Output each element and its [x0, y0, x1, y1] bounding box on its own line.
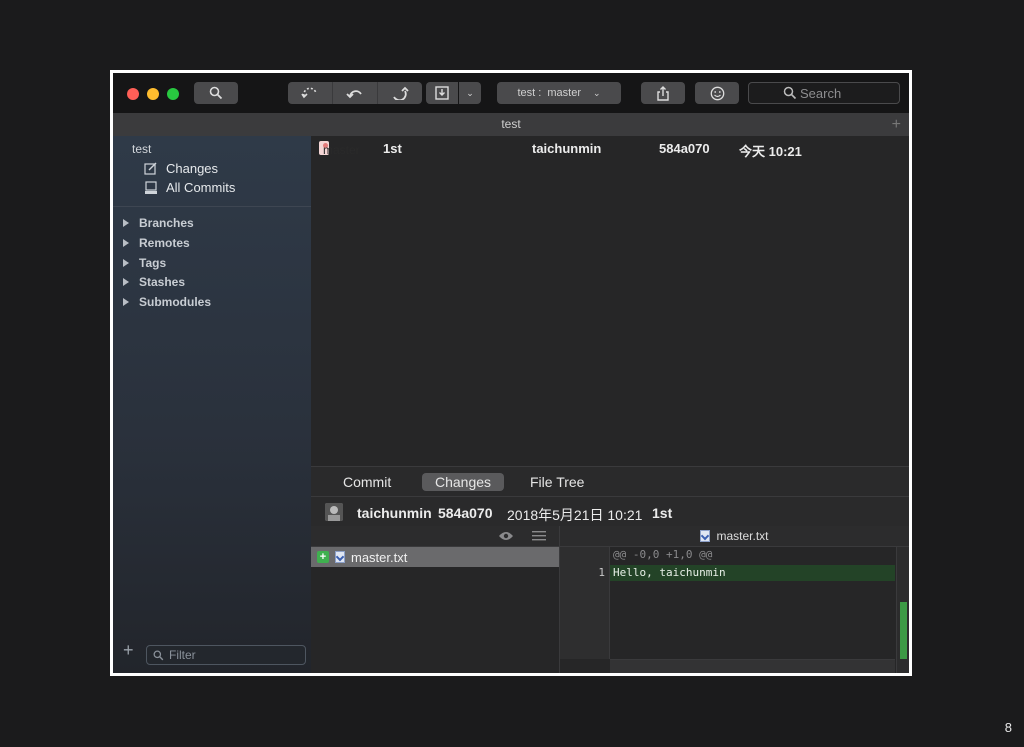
changed-files-list: + master.txt: [311, 526, 560, 673]
tab-changes[interactable]: Changes: [422, 473, 505, 491]
disclosure-triangle-icon: [123, 298, 129, 306]
chevron-down-icon: ⌄: [466, 87, 474, 98]
commit-author: taichunmin: [532, 141, 602, 156]
line-number: 1: [598, 566, 605, 579]
sidebar-group-label: Branches: [139, 216, 194, 230]
info-author: taichunmin: [357, 505, 432, 521]
push-button[interactable]: [378, 82, 422, 104]
sidebar-group-branches[interactable]: Branches: [123, 216, 194, 230]
minimize-button[interactable]: [147, 88, 159, 100]
commits-icon: [143, 180, 159, 195]
stash-button[interactable]: [426, 82, 458, 104]
sidebar-group-tags[interactable]: Tags: [123, 256, 166, 270]
branch-tag: master: [319, 141, 360, 157]
sidebar-group-remotes[interactable]: Remotes: [123, 236, 190, 250]
list-icon[interactable]: [532, 530, 546, 542]
search-icon: [783, 86, 797, 100]
line-number-gutter: [560, 547, 610, 659]
eye-icon[interactable]: [498, 530, 514, 542]
tab-file-tree[interactable]: File Tree: [517, 473, 597, 491]
disclosure-triangle-icon: [123, 239, 129, 247]
chevron-down-icon: ⌄: [593, 87, 601, 98]
horizontal-scrollbar[interactable]: [610, 659, 895, 673]
text-file-icon: [335, 551, 345, 563]
sidebar-item-label: Changes: [166, 161, 219, 176]
commit-info-bar: taichunmin 584a070 2018年5月21日 10:21 1st: [311, 496, 909, 527]
stash-menu-button[interactable]: ⌄: [459, 82, 481, 104]
sidebar-repo-name: test: [132, 142, 152, 156]
window-title-bar: test +: [113, 113, 909, 136]
add-tab-button[interactable]: +: [892, 113, 901, 136]
detail-tabs: Commit Changes File Tree: [311, 466, 909, 497]
sidebar-item-label: All Commits: [166, 180, 236, 195]
sidebar-group-label: Submodules: [139, 295, 212, 309]
info-date: 2018年5月21日 10:21: [507, 507, 643, 523]
window-title: test: [501, 117, 521, 131]
text-file-icon: [700, 530, 711, 542]
diff-header: master.txt: [560, 526, 909, 547]
zoom-button[interactable]: [167, 88, 179, 100]
commit-hash: 584a070: [659, 141, 710, 156]
sidebar-group-label: Stashes: [139, 275, 186, 289]
fetch-icon: [301, 87, 317, 99]
diff-added-line: Hello, taichunmin: [610, 565, 895, 581]
commit-message: 1st: [383, 141, 402, 156]
info-message: 1st: [652, 505, 673, 521]
sidebar-group-submodules[interactable]: Submodules: [123, 295, 211, 309]
sidebar: test Changes All Commits Branches Remote…: [113, 136, 311, 673]
commit-row[interactable]: master 1st taichunmin 584a070 今天 10:21: [311, 139, 909, 159]
info-hash: 584a070: [438, 505, 493, 521]
branch-selector[interactable]: test : master ⌄: [497, 82, 621, 104]
avatar: [325, 503, 343, 521]
commit-list: master 1st taichunmin 584a070 今天 10:21: [311, 136, 909, 466]
share-icon: [657, 85, 669, 101]
commit-date: 今天 10:21: [739, 144, 802, 159]
toolbar: ⌄ test : master ⌄ Search: [113, 73, 909, 114]
emoji-button[interactable]: [695, 82, 739, 104]
branch-selector-label: test : master: [517, 87, 582, 99]
diff-view: master.txt 1 @@ -0,0 +1,0 @@ Hello, taic…: [560, 526, 909, 673]
diff-minimap-marker: [900, 602, 907, 659]
stash-icon: [435, 86, 449, 100]
file-row[interactable]: + master.txt: [311, 547, 559, 567]
smiley-icon: [710, 86, 724, 100]
changes-icon: [143, 162, 159, 176]
share-button[interactable]: [641, 82, 685, 104]
slide-number: 8: [1004, 720, 1012, 735]
file-name: master.txt: [351, 549, 408, 565]
sync-button-group: [288, 82, 422, 104]
close-button[interactable]: [127, 88, 139, 100]
sidebar-item-all-commits[interactable]: All Commits: [143, 180, 235, 195]
branch-tag-label: master: [323, 143, 360, 157]
file-list-header: [311, 526, 559, 547]
sidebar-divider: [113, 206, 311, 207]
diff-file-name: master.txt: [716, 529, 769, 543]
filter-placeholder: Filter: [169, 648, 196, 662]
disclosure-triangle-icon: [123, 219, 129, 227]
fetch-button[interactable]: [288, 82, 333, 104]
search-placeholder: Search: [800, 85, 842, 101]
sidebar-filter-input[interactable]: Filter: [146, 645, 306, 665]
sidebar-group-label: Remotes: [139, 236, 190, 250]
pull-icon: [346, 90, 362, 99]
tab-commit[interactable]: Commit: [330, 473, 404, 491]
sidebar-group-stashes[interactable]: Stashes: [123, 275, 185, 289]
added-icon: +: [317, 551, 329, 563]
sidebar-item-changes[interactable]: Changes: [143, 161, 218, 176]
magnifier-icon: [209, 86, 223, 100]
search-icon: [153, 650, 164, 661]
search-input[interactable]: Search: [748, 82, 900, 104]
sidebar-group-label: Tags: [139, 256, 167, 270]
app-window: ⌄ test : master ⌄ Search test + test Cha…: [113, 73, 909, 673]
search-toggle-button[interactable]: [194, 82, 238, 104]
diff-hunk-header: @@ -0,0 +1,0 @@: [613, 548, 713, 561]
pull-button[interactable]: [333, 82, 378, 104]
push-icon: [393, 86, 409, 100]
disclosure-triangle-icon: [123, 278, 129, 286]
add-repo-button[interactable]: +: [123, 640, 134, 661]
screenshot-frame: ⌄ test : master ⌄ Search test + test Cha…: [110, 70, 912, 676]
disclosure-triangle-icon: [123, 259, 129, 267]
